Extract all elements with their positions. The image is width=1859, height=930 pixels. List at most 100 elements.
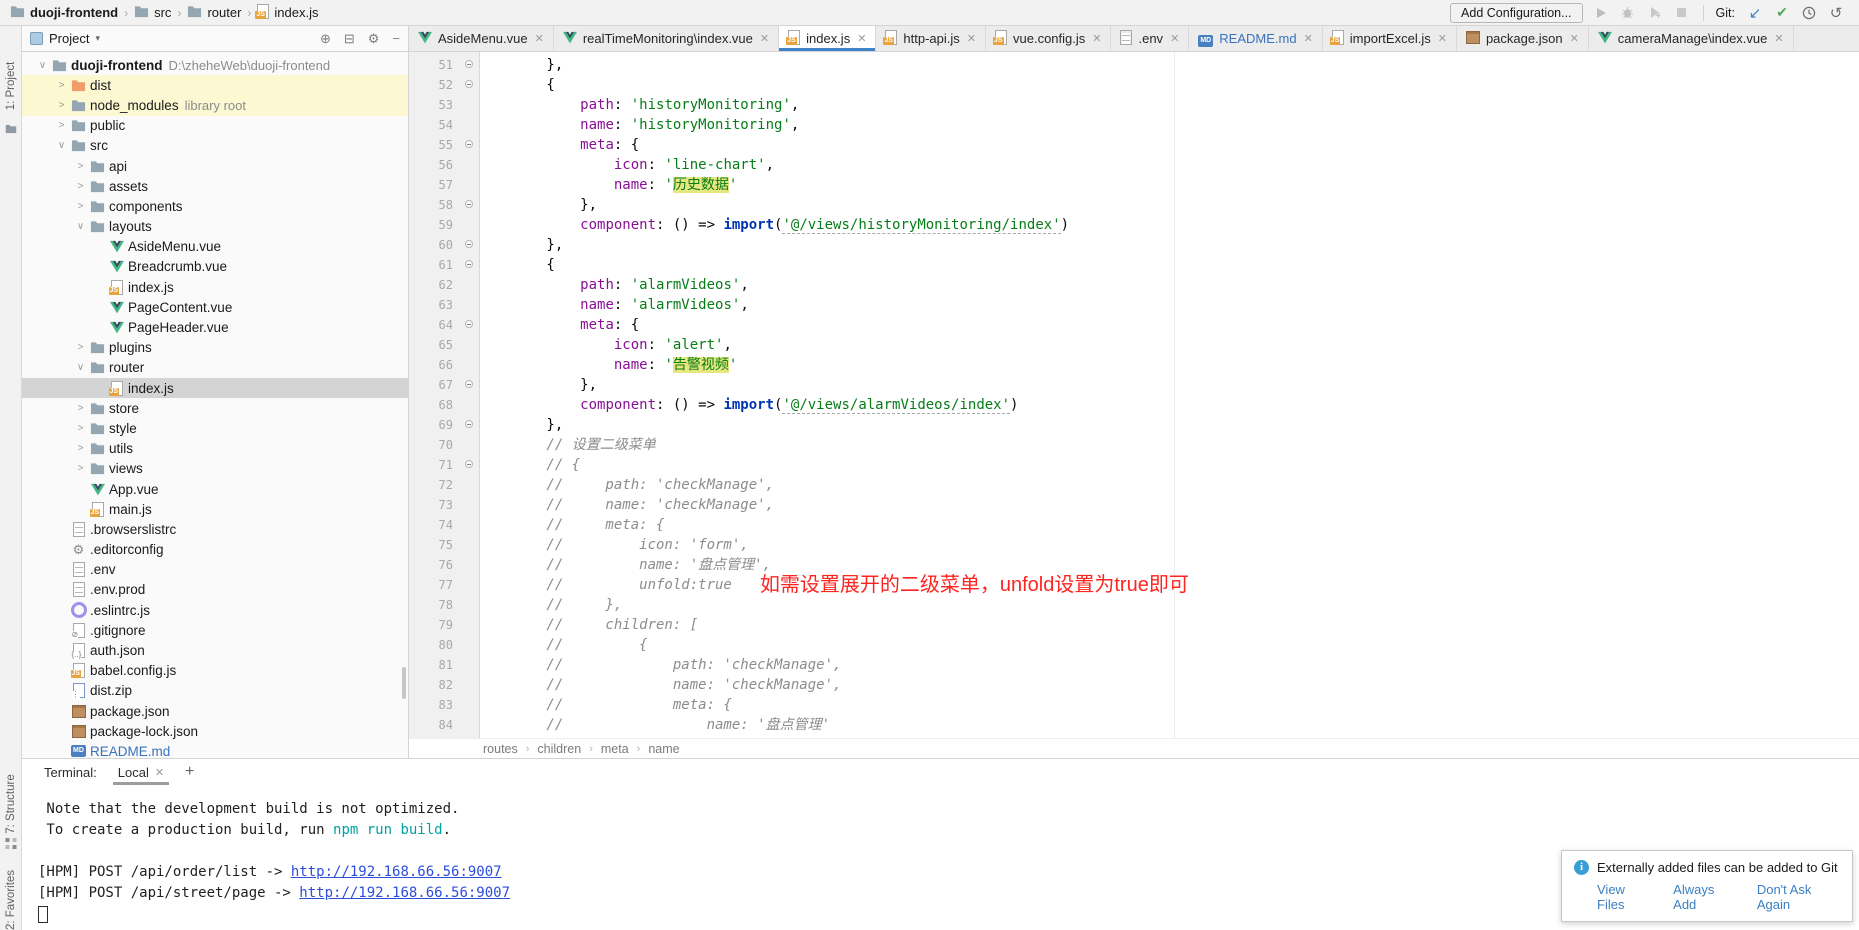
code-editor[interactable]: 51 },52 {53 path: 'historyMonitoring',54… xyxy=(409,52,1859,738)
chevron-right-icon[interactable]: > xyxy=(72,443,89,454)
tree-item-asidemenu-vue[interactable]: AsideMenu.vue xyxy=(22,237,408,257)
add-configuration-button[interactable]: Add Configuration... xyxy=(1450,3,1583,23)
close-icon[interactable]: ✕ xyxy=(1304,32,1313,45)
tab-asidemenu-vue[interactable]: AsideMenu.vue✕ xyxy=(409,26,554,51)
stop-icon[interactable] xyxy=(1673,4,1691,22)
history-icon[interactable] xyxy=(1800,4,1818,22)
chevron-right-icon[interactable]: > xyxy=(53,80,70,91)
tree-item-pageheader-vue[interactable]: PageHeader.vue xyxy=(22,317,408,337)
terminal-tab-local[interactable]: Local ✕ xyxy=(113,759,169,785)
chevron-right-icon[interactable]: > xyxy=(72,201,89,212)
tab-importexcel-js[interactable]: JSimportExcel.js✕ xyxy=(1323,26,1457,51)
editor-breadcrumb-item[interactable]: children xyxy=(537,742,581,756)
tab-package-json[interactable]: package.json✕ xyxy=(1457,26,1589,51)
debug-icon[interactable] xyxy=(1619,4,1637,22)
tree-item--env[interactable]: .env xyxy=(22,560,408,580)
tree-item-babel-config-js[interactable]: JSbabel.config.js xyxy=(22,661,408,681)
tree-item-store[interactable]: >store xyxy=(22,398,408,418)
breadcrumb-item[interactable]: duoji-frontend xyxy=(10,5,118,21)
commit-icon[interactable]: ✔ xyxy=(1773,4,1791,22)
tab-vue-config-js[interactable]: JSvue.config.js✕ xyxy=(986,26,1111,51)
tree-item-readme-md[interactable]: MDREADME.md xyxy=(22,741,408,758)
tree-item-index-js[interactable]: JSindex.js xyxy=(22,277,408,297)
close-icon[interactable]: ✕ xyxy=(1438,32,1447,45)
chevron-right-icon[interactable]: > xyxy=(72,423,89,434)
close-icon[interactable]: ✕ xyxy=(1570,32,1579,45)
tree-item-components[interactable]: >components xyxy=(22,196,408,216)
notification-action-don-t-ask-again[interactable]: Don't Ask Again xyxy=(1757,882,1840,912)
chevron-down-icon[interactable]: ∨ xyxy=(72,221,89,232)
fold-marker-icon[interactable] xyxy=(462,75,479,95)
run-icon[interactable] xyxy=(1592,4,1610,22)
chevron-right-icon[interactable]: > xyxy=(72,403,89,414)
close-icon[interactable]: ✕ xyxy=(1170,32,1179,45)
locate-icon[interactable]: ⊕ xyxy=(320,31,331,47)
tree-item-auth-json[interactable]: {..}auth.json xyxy=(22,640,408,660)
breadcrumb-item[interactable]: router xyxy=(187,5,241,21)
rollback-icon[interactable]: ↺ xyxy=(1827,4,1845,22)
tree-item--gitignore[interactable]: ⊘.gitignore xyxy=(22,620,408,640)
tree-item-plugins[interactable]: >plugins xyxy=(22,338,408,358)
editor-breadcrumb-item[interactable]: name xyxy=(648,742,679,756)
tree-item-duoji-frontend[interactable]: ∨duoji-frontendD:\zheheWeb\duoji-fronten… xyxy=(22,55,408,75)
chevron-right-icon[interactable]: > xyxy=(72,181,89,192)
tree-item--eslintrc-js[interactable]: .eslintrc.js xyxy=(22,600,408,620)
tree-item-index-js[interactable]: JSindex.js xyxy=(22,378,408,398)
project-panel-title[interactable]: Project ▾ xyxy=(30,31,100,46)
close-icon[interactable]: ✕ xyxy=(760,32,769,45)
terminal-link[interactable]: http://192.168.66.56:9007 xyxy=(299,885,510,901)
tree-item-api[interactable]: >api xyxy=(22,156,408,176)
breadcrumb-item[interactable]: src xyxy=(134,5,171,21)
tree-item--browserslistrc[interactable]: .browserslistrc xyxy=(22,519,408,539)
fold-marker-icon[interactable] xyxy=(462,315,479,335)
close-icon[interactable]: ✕ xyxy=(1774,32,1783,45)
update-project-icon[interactable]: ↙ xyxy=(1746,4,1764,22)
tree-item-assets[interactable]: >assets xyxy=(22,176,408,196)
chevron-down-icon[interactable]: ∨ xyxy=(72,362,89,373)
tree-item-router[interactable]: ∨router xyxy=(22,358,408,378)
fold-marker-icon[interactable] xyxy=(462,415,479,435)
editor-breadcrumb-item[interactable]: meta xyxy=(601,742,629,756)
project-scrollbar-thumb[interactable] xyxy=(402,667,406,699)
breadcrumb-item[interactable]: JSindex.js xyxy=(257,4,318,22)
chevron-right-icon[interactable]: > xyxy=(72,161,89,172)
coverage-icon[interactable] xyxy=(1646,4,1664,22)
chevron-down-icon[interactable]: ∨ xyxy=(34,60,51,71)
fold-marker-icon[interactable] xyxy=(462,455,479,475)
tab-cameramanage-index-vue[interactable]: cameraManage\index.vue✕ xyxy=(1589,26,1794,51)
tree-item-pagecontent-vue[interactable]: PageContent.vue xyxy=(22,297,408,317)
tree-item-main-js[interactable]: JSmain.js xyxy=(22,499,408,519)
fold-marker-icon[interactable] xyxy=(462,135,479,155)
close-icon[interactable]: ✕ xyxy=(1092,32,1101,45)
tree-item-layouts[interactable]: ∨layouts xyxy=(22,217,408,237)
fold-marker-icon[interactable] xyxy=(462,375,479,395)
fold-marker-icon[interactable] xyxy=(462,235,479,255)
tree-item-dist[interactable]: >dist xyxy=(22,75,408,95)
tree-item-views[interactable]: >views xyxy=(22,459,408,479)
chevron-right-icon[interactable]: > xyxy=(53,120,70,131)
tree-item-breadcrumb-vue[interactable]: Breadcrumb.vue xyxy=(22,257,408,277)
tab-index-js[interactable]: JSindex.js✕ xyxy=(779,26,876,51)
tree-item-package-json[interactable]: package.json xyxy=(22,701,408,721)
tree-item-dist-zip[interactable]: ⋮dist.zip xyxy=(22,681,408,701)
chevron-right-icon[interactable]: > xyxy=(72,463,89,474)
structure-icon[interactable] xyxy=(5,838,16,852)
tree-item--env-prod[interactable]: .env.prod xyxy=(22,580,408,600)
tab-http-api-js[interactable]: JShttp-api.js✕ xyxy=(876,26,986,51)
tree-item-package-lock-json[interactable]: package-lock.json xyxy=(22,721,408,741)
tree-item-public[interactable]: >public xyxy=(22,116,408,136)
tool-stripe-project[interactable]: 1: Project xyxy=(5,62,17,111)
tab-realtimemonitoring-index-vue[interactable]: realTimeMonitoring\index.vue✕ xyxy=(554,26,779,51)
fold-marker-icon[interactable] xyxy=(462,255,479,275)
new-terminal-icon[interactable]: + xyxy=(185,763,194,781)
chevron-down-icon[interactable]: ∨ xyxy=(53,140,70,151)
tool-stripe-structure[interactable]: 7: Structure xyxy=(5,774,17,833)
chevron-right-icon[interactable]: > xyxy=(53,100,70,111)
tree-item--editorconfig[interactable]: ⚙.editorconfig xyxy=(22,540,408,560)
chevron-right-icon[interactable]: > xyxy=(72,342,89,353)
tab-readme-md[interactable]: MDREADME.md✕ xyxy=(1189,26,1323,51)
tree-item-app-vue[interactable]: App.vue xyxy=(22,479,408,499)
fold-marker-icon[interactable] xyxy=(462,195,479,215)
notification-action-view-files[interactable]: View Files xyxy=(1597,882,1651,912)
hide-panel-icon[interactable]: − xyxy=(392,31,400,46)
